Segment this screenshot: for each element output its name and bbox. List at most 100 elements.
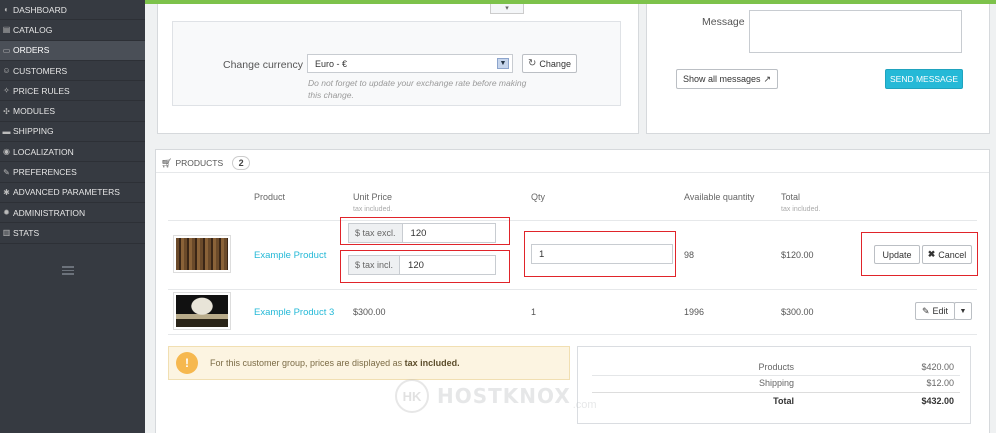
col-unit-price: Unit Price [353, 192, 393, 202]
tax-info-alert: ! For this customer group, prices are di… [168, 346, 570, 380]
col-product: Product [254, 192, 286, 202]
change-button-label: Change [539, 58, 571, 69]
price-rules-icon: ✧ [3, 86, 10, 96]
preferences-icon: ✎ [3, 167, 10, 177]
highlight-box [340, 217, 510, 245]
shipping-icon: ▬ [2, 126, 11, 136]
totals-products-value: $420.00 [921, 362, 954, 372]
totals-shipping-label: Shipping [758, 378, 794, 388]
highlight-box [524, 231, 676, 277]
product-thumbnail [173, 235, 231, 273]
pencil-icon: ✎ [921, 305, 930, 316]
edit-button[interactable]: ✎ Edit [915, 302, 955, 320]
products-heading: 🛒︎ PRODUCTS 2 [161, 156, 251, 170]
hostknox-logo-icon: HK [395, 379, 429, 413]
row-total: $300.00 [781, 307, 814, 317]
stats-icon: ▥ [2, 228, 11, 238]
totals-products-label: Products [758, 362, 794, 372]
order-totals: Products $420.00 Shipping $12.00 Total $… [577, 346, 971, 424]
sidebar-item-label: ADMINISTRATION [13, 207, 86, 218]
sidebar-item-label: PREFERENCES [13, 167, 77, 178]
col-total-sub: tax included. [781, 206, 821, 213]
menu-collapse-icon[interactable] [62, 266, 74, 275]
quantity: 1 [531, 307, 537, 317]
sidebar-nav: ◐ DASHBOARD ▤ CATALOG ▭ ORDERS ☺ CUSTOMERS ✧ PRIC… [0, 0, 145, 244]
sidebar-item-label: LOCALIZATION [13, 146, 74, 157]
currency-note: Do not forget to update your exchange ra… [308, 78, 527, 100]
sidebar-item-label: MODULES [13, 106, 56, 117]
products-count-badge: 2 [232, 156, 251, 170]
watermark-suffix: .com [572, 399, 597, 411]
sidebar-item-customers[interactable]: ☺ CUSTOMERS [0, 61, 145, 82]
product-link[interactable]: Example Product 3 [254, 307, 334, 318]
external-link-icon: ↗ [763, 73, 772, 84]
edit-dropdown-toggle[interactable]: ▼ [954, 302, 972, 320]
sidebar: ◐ DASHBOARD ▤ CATALOG ▭ ORDERS ☺ CUSTOMERS ✧ PRIC… [0, 0, 145, 433]
products-title: PRODUCTS [175, 158, 224, 168]
warning-icon: ! [176, 352, 198, 374]
currency-well: Change currency Euro - € ▼ ↻ Change Do n… [172, 21, 621, 106]
sidebar-item-orders[interactable]: ▭ ORDERS [0, 40, 145, 61]
change-currency-button[interactable]: ↻ Change [522, 54, 577, 73]
sidebar-item-shipping[interactable]: ▬ SHIPPING [0, 122, 145, 143]
sidebar-item-label: CATALOG [13, 24, 53, 35]
col-total: Total [781, 192, 801, 202]
message-label: Message [702, 16, 745, 28]
message-textarea[interactable] [749, 10, 962, 53]
catalog-icon: ▤ [2, 25, 11, 35]
sidebar-item-localization[interactable]: ◉ LOCALIZATION [0, 142, 145, 163]
sidebar-item-administration[interactable]: ✹ ADMINISTRATION [0, 203, 145, 224]
caret-down-icon: ▼ [959, 307, 967, 315]
small-select[interactable]: ▾ [490, 4, 524, 14]
sidebar-item-advanced-parameters[interactable]: ✱ ADVANCED PARAMETERS [0, 183, 145, 203]
advanced-parameters-icon: ✱ [3, 187, 10, 197]
sidebar-item-dashboard[interactable]: ◐ DASHBOARD [0, 0, 145, 21]
refresh-icon: ↻ [528, 58, 537, 69]
show-all-messages-button[interactable]: Show all messages ↗ [676, 69, 778, 89]
totals-shipping-value: $12.00 [926, 378, 954, 388]
shopping-cart-icon: 🛒︎ [161, 157, 173, 168]
dashboard-icon: ◐ [4, 5, 9, 15]
available-quantity: 1996 [684, 307, 705, 317]
sidebar-item-stats[interactable]: ▥ STATS [0, 223, 145, 244]
orders-icon: ▭ [2, 45, 11, 55]
col-qty: Qty [531, 192, 546, 202]
edit-button-label: Edit [932, 306, 949, 316]
sidebar-item-label: DASHBOARD [13, 4, 67, 15]
change-currency-label: Change currency [223, 59, 303, 71]
totals-total-value: $432.00 [921, 396, 954, 406]
watermark: HK HOSTKNOX .com [395, 379, 597, 413]
customers-icon: ☺ [2, 66, 11, 76]
sidebar-item-price-rules[interactable]: ✧ PRICE RULES [0, 81, 145, 102]
sidebar-item-label: CUSTOMERS [13, 65, 68, 76]
modules-icon: ✣ [3, 106, 10, 116]
administration-icon: ✹ [3, 208, 10, 218]
send-message-button[interactable]: SEND MESSAGE [885, 69, 963, 89]
product-thumbnail [173, 292, 231, 330]
sidebar-item-label: ADVANCED PARAMETERS [13, 187, 120, 198]
sidebar-item-catalog[interactable]: ▤ CATALOG [0, 20, 145, 41]
alert-text: For this customer group, prices are disp… [210, 358, 460, 368]
available-quantity: 98 [684, 250, 695, 260]
sidebar-item-label: SHIPPING [13, 126, 54, 137]
currency-selected-value: Euro - € [315, 59, 348, 69]
sidebar-item-label: STATS [13, 227, 40, 238]
totals-total-row: Total $432.00 [592, 392, 960, 408]
row-total: $120.00 [781, 250, 814, 260]
col-available-quantity: Available quantity [684, 192, 755, 202]
show-all-messages-label: Show all messages [682, 74, 761, 84]
highlight-box [340, 250, 510, 283]
sidebar-item-label: PRICE RULES [13, 85, 70, 96]
chevron-down-icon[interactable]: ▼ [497, 58, 509, 69]
product-link[interactable]: Example Product [254, 250, 326, 261]
currency-panel: ▾ Change currency Euro - € ▼ ↻ Change Do… [157, 4, 639, 134]
message-panel: Message Show all messages ↗ SEND MESSAGE [646, 4, 990, 134]
col-unit-price-sub: tax included. [353, 206, 393, 213]
alert-bold-text: tax included. [404, 358, 460, 368]
sidebar-item-modules[interactable]: ✣ MODULES [0, 101, 145, 122]
currency-select[interactable]: Euro - € ▼ [307, 54, 513, 73]
sidebar-item-label: ORDERS [13, 45, 50, 56]
sidebar-item-preferences[interactable]: ✎ PREFERENCES [0, 162, 145, 183]
totals-total-label: Total [773, 396, 794, 406]
unit-price: $300.00 [353, 307, 386, 317]
